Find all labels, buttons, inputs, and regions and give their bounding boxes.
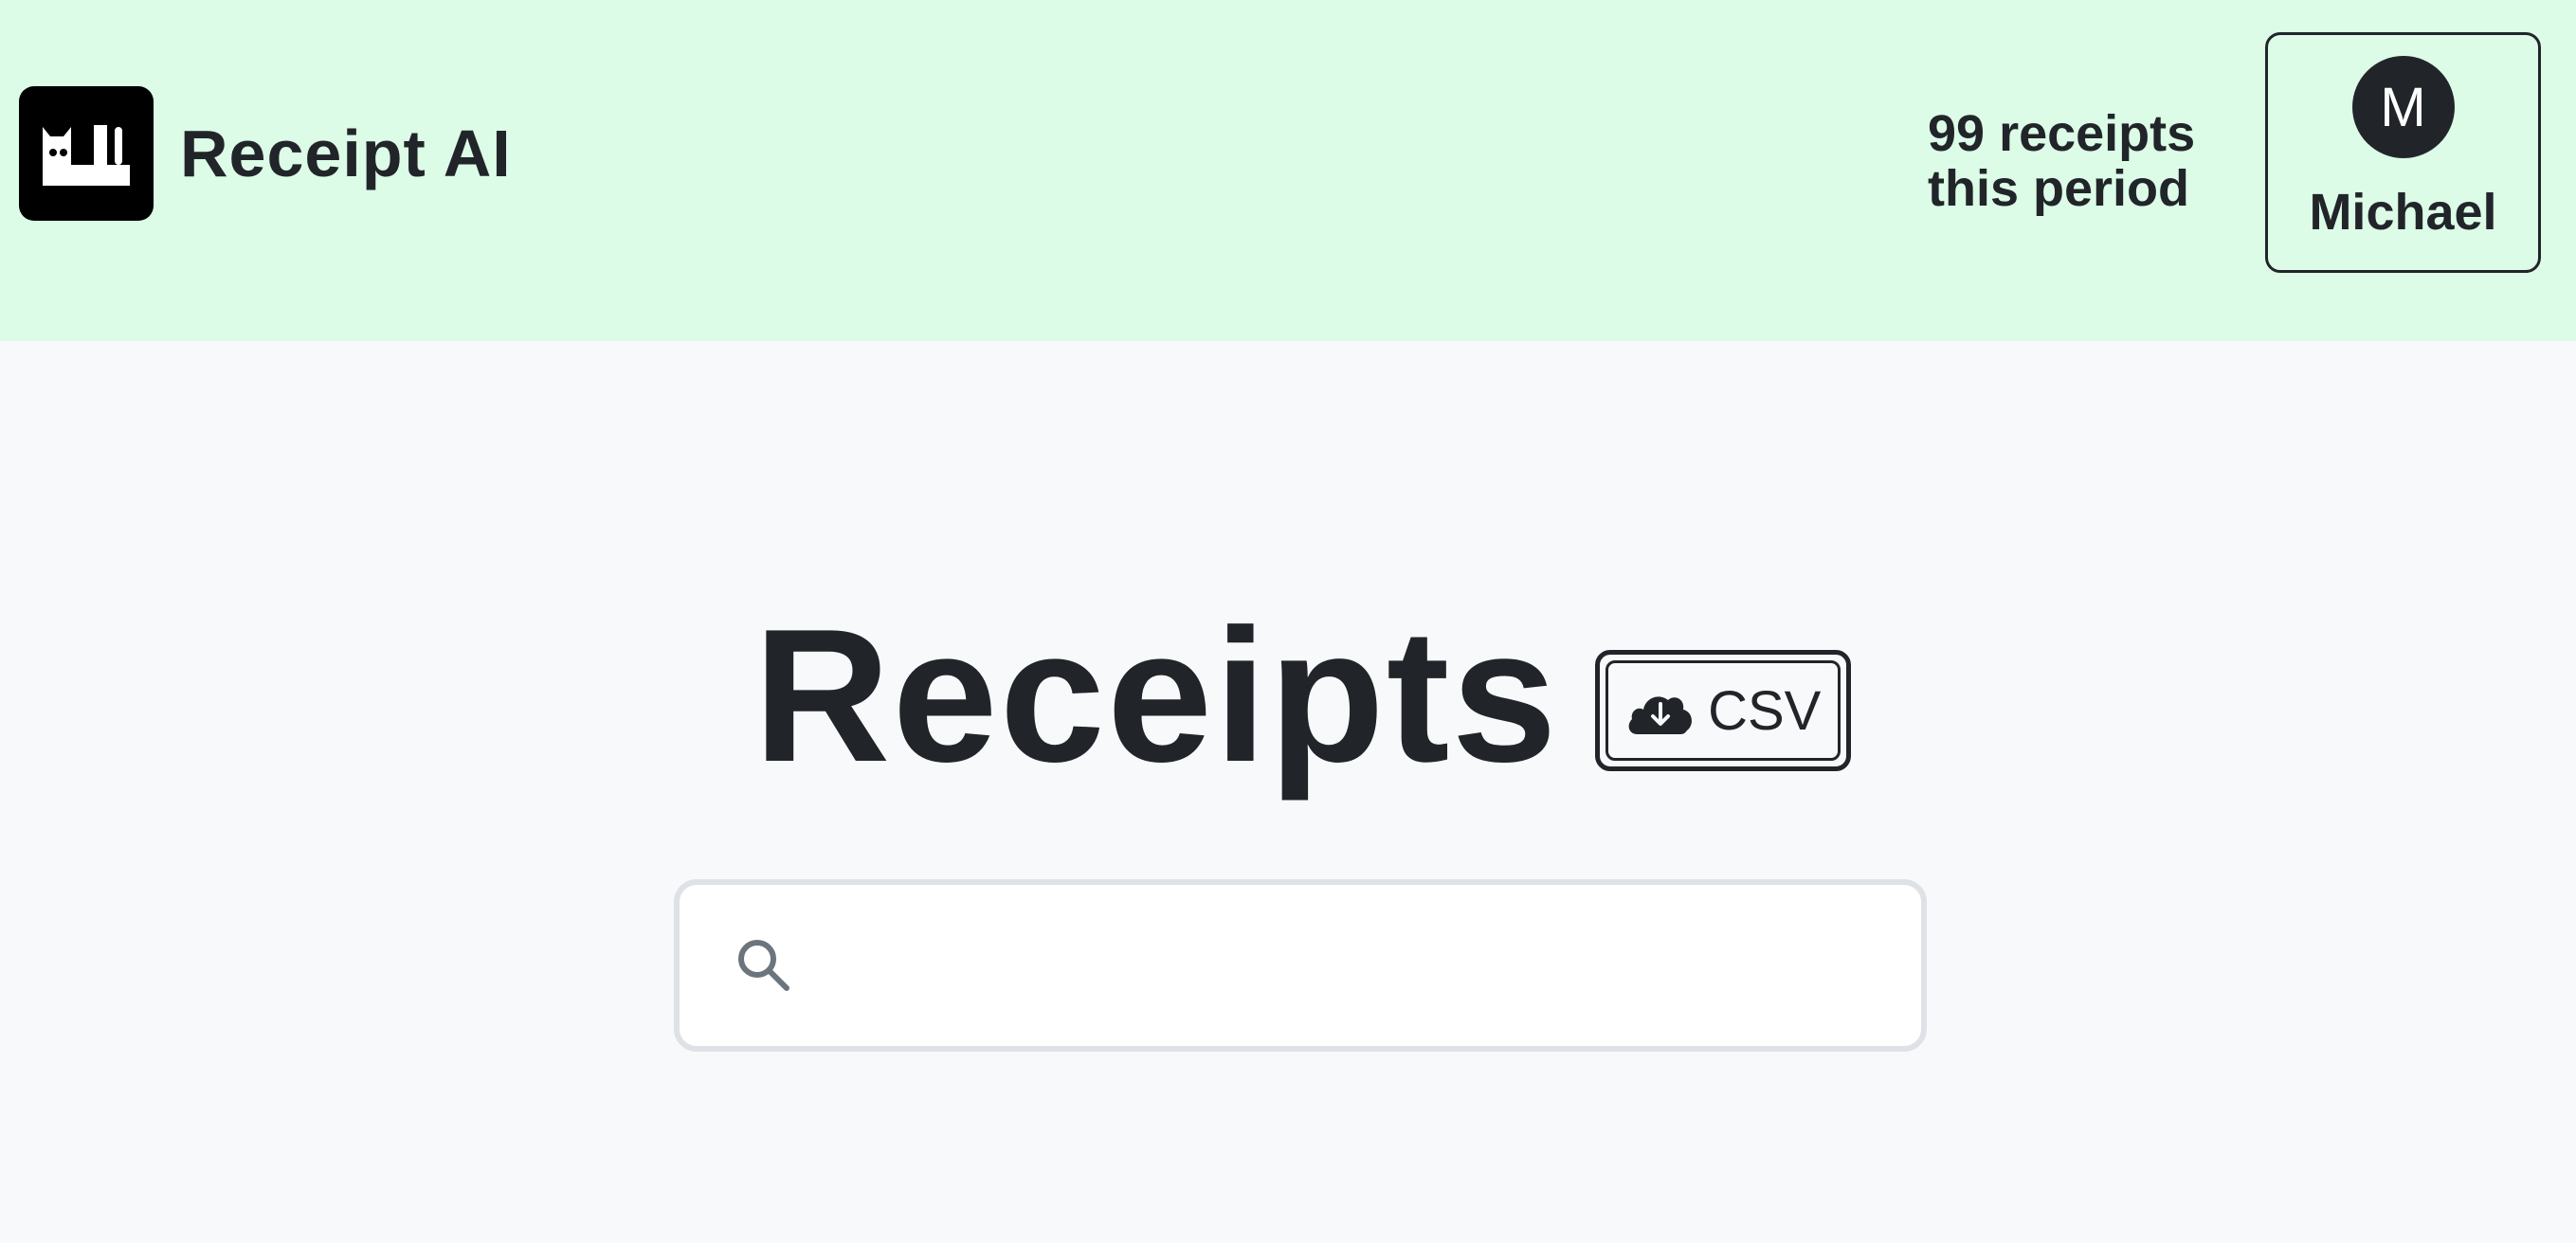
- brand[interactable]: Receipt AI: [19, 86, 512, 221]
- title-row: Receipts CSV: [753, 587, 1851, 805]
- user-menu-button[interactable]: M Michael: [2265, 32, 2541, 273]
- search-input[interactable]: [795, 885, 1921, 1046]
- search-icon: [733, 934, 795, 997]
- cloud-download-icon: [1624, 683, 1696, 738]
- app-header: Receipt AI 99 receipts this period M Mic…: [0, 0, 2576, 341]
- cat-logo-icon: [19, 86, 154, 221]
- csv-export-button[interactable]: CSV: [1594, 650, 1851, 771]
- brand-name: Receipt AI: [180, 117, 512, 190]
- search-box[interactable]: [674, 879, 1927, 1052]
- user-name: Michael: [2309, 184, 2497, 241]
- csv-button-label: CSV: [1708, 679, 1822, 742]
- avatar: M: [2351, 56, 2455, 158]
- page-title: Receipts: [753, 590, 1559, 802]
- receipt-count: 99 receipts this period: [1928, 105, 2196, 217]
